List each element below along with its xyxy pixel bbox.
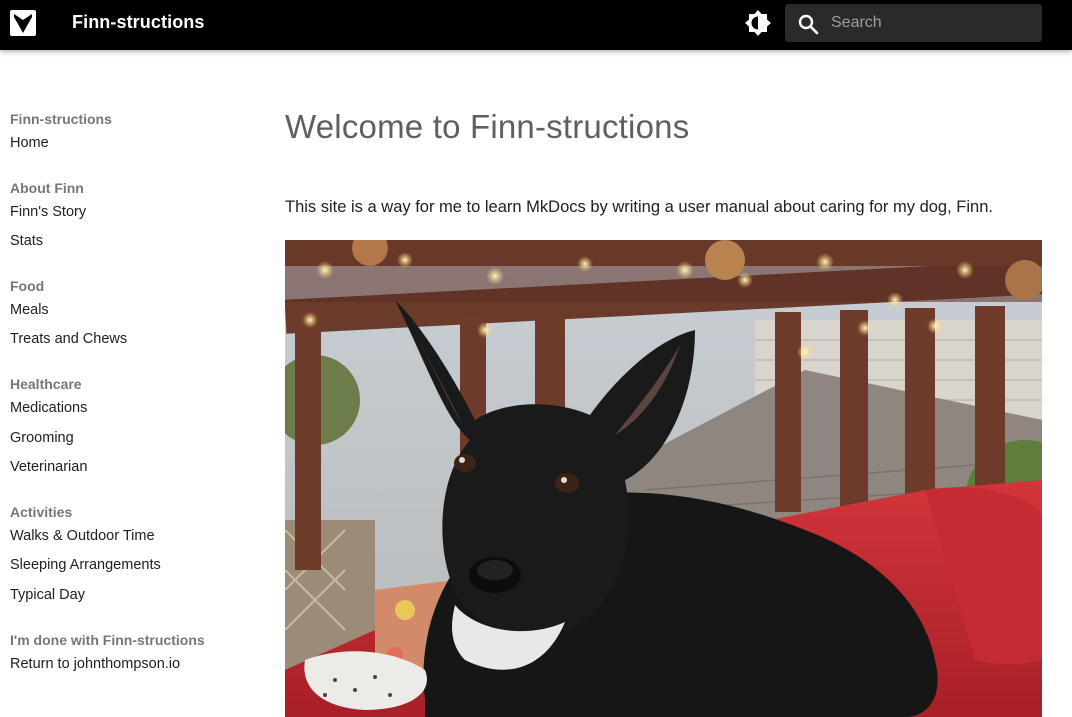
nav-section-title: Food [10,277,45,294]
top-header: Finn-structions [0,0,1072,50]
nav-section-finn-structions: Finn-structions Home [10,100,250,159]
sidebar-item-grooming[interactable]: Grooming [10,424,250,454]
sidebar-item-veterinarian[interactable]: Veterinarian [10,453,250,483]
nav-section-title: Healthcare [10,375,82,392]
main-content: Welcome to Finn-structions This site is … [285,100,1042,717]
search-box[interactable] [785,4,1042,42]
sidebar-item-stats[interactable]: Stats [10,227,250,257]
dog-photo [285,240,1042,717]
sidebar-item-return-home-site[interactable]: Return to johnthompson.io [10,650,250,680]
sidebar-nav: Finn-structions Home About Finn Finn's S… [10,100,250,689]
sidebar-item-finns-story[interactable]: Finn's Story [10,198,250,228]
sidebar-item-treats-and-chews[interactable]: Treats and Chews [10,325,250,355]
nav-section-title: About Finn [10,179,84,196]
search-input[interactable] [831,4,1031,42]
nav-section-title: Activities [10,503,73,520]
site-title[interactable]: Finn-structions [72,12,205,33]
nav-section-title: Finn-structions [10,111,112,127]
nav-section-activities: Activities Walks & Outdoor Time Sleeping… [10,493,250,611]
sidebar-item-typical-day[interactable]: Typical Day [10,581,250,611]
sidebar-item-meals[interactable]: Meals [10,296,250,326]
sidebar-item-sleeping-arrangements[interactable]: Sleeping Arrangements [10,551,250,581]
sidebar-item-medications[interactable]: Medications [10,394,250,424]
nav-section-about-finn: About Finn Finn's Story Stats [10,169,250,257]
nav-section-healthcare: Healthcare Medications Grooming Veterina… [10,365,250,483]
heart-logo-icon[interactable] [10,10,36,36]
nav-section-food: Food Meals Treats and Chews [10,267,250,355]
nav-section-title: I'm done with Finn-structions [10,631,205,648]
sidebar-item-home[interactable]: Home [10,129,250,159]
intro-paragraph: This site is a way for me to learn MkDoc… [285,198,993,216]
nav-section-done: I'm done with Finn-structions Return to … [10,621,250,680]
sidebar-item-walks-outdoor-time[interactable]: Walks & Outdoor Time [10,522,250,552]
page-title: Welcome to Finn-structions [285,108,690,145]
search-icon[interactable] [797,13,819,35]
brightness-icon[interactable] [744,9,772,37]
